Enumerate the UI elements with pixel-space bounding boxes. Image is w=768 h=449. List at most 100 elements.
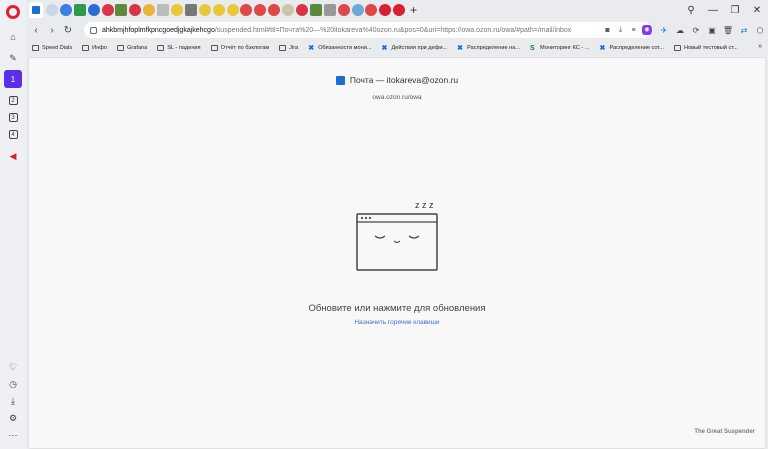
reload-button[interactable]: ↻ (60, 25, 76, 36)
bookmark-label: Обязанности мони... (318, 45, 372, 51)
tab[interactable] (212, 4, 225, 16)
workspace-3-button[interactable]: 3 (8, 113, 18, 122)
tab[interactable] (268, 4, 281, 16)
history-icon[interactable]: ◷ (4, 376, 22, 392)
workspace-4-button[interactable]: 4 (8, 130, 18, 139)
bookmark-item[interactable]: Отчёт по бэклогам (210, 45, 269, 51)
camera-icon[interactable]: ◙ (601, 27, 614, 34)
menu-icon[interactable]: ≡ (627, 27, 640, 34)
tab[interactable] (157, 4, 170, 16)
tab[interactable] (115, 4, 128, 16)
extension-icon[interactable]: ☁ (672, 26, 688, 35)
search-tabs-icon[interactable]: ⚲ (680, 5, 702, 16)
download-icon[interactable]: ⤓ (614, 26, 627, 34)
forward-button[interactable]: › (44, 25, 60, 36)
page-icon (673, 45, 681, 51)
more-icon[interactable]: ⋯ (4, 427, 22, 443)
tab[interactable] (351, 4, 364, 16)
outlook-favicon (32, 6, 40, 14)
reload-message[interactable]: Обновите или нажмите для обновления (29, 303, 765, 314)
tab[interactable] (393, 4, 406, 16)
extension-icon[interactable]: ✈ (656, 26, 672, 35)
tab[interactable] (379, 4, 392, 16)
bookmark-item[interactable]: SL - падения (157, 45, 201, 51)
tab[interactable] (101, 4, 114, 16)
bookmark-item[interactable]: Speed Dials (32, 45, 72, 51)
download-icon[interactable]: ⤓ (4, 393, 22, 409)
tab[interactable] (337, 4, 350, 16)
x-icon: ✖ (457, 44, 464, 52)
tab[interactable] (226, 4, 239, 16)
tab[interactable] (296, 4, 309, 16)
bookmark-label: Распределение сот... (609, 45, 664, 51)
maximize-button[interactable]: ❐ (724, 5, 746, 16)
bookmark-item[interactable]: ✖ Распределение сот... (599, 45, 663, 52)
pinboard-icon[interactable]: ✎ (4, 49, 22, 67)
tab[interactable] (365, 4, 378, 16)
folder-icon (32, 45, 39, 51)
page-url: owa.ozon.ru/owa (372, 94, 422, 101)
bookmark-item[interactable]: ✖ Обязанности мони... (308, 45, 371, 52)
zzz-text: z z z (415, 200, 434, 210)
player-icon[interactable]: ◀ (4, 147, 22, 165)
folder-icon (82, 45, 90, 51)
x-icon: ✖ (308, 44, 315, 52)
tab[interactable] (323, 4, 336, 16)
bookmark-label: Новый тестовый ст... (683, 45, 738, 51)
folder-icon (157, 45, 165, 51)
tab[interactable] (171, 4, 184, 16)
address-bar[interactable]: ahkbmjhfoplmfkpncgoedjgkajkehcgo/suspend… (84, 22, 652, 38)
tab-strip: + (26, 0, 768, 20)
outlook-favicon (335, 75, 345, 85)
tab[interactable] (198, 4, 211, 16)
back-button[interactable]: ‹ (28, 25, 44, 36)
bookmark-item[interactable]: Новый тестовый ст... (673, 45, 738, 51)
translate-icon[interactable]: ⇄ (736, 26, 752, 35)
page-title-row: Почта — itokareva@ozon.ru (29, 75, 765, 85)
minimize-button[interactable]: — (702, 5, 724, 16)
tab[interactable] (240, 4, 253, 16)
opera-logo-icon[interactable] (6, 5, 20, 19)
settings-icon[interactable]: ⚙ (4, 410, 22, 426)
account-icon[interactable]: ◉ (642, 25, 652, 35)
tab[interactable] (129, 4, 142, 16)
site-info-icon[interactable] (90, 26, 97, 34)
suspended-page[interactable]: Почта — itokareva@ozon.ru owa.ozon.ru/ow… (28, 57, 766, 449)
tab[interactable] (143, 4, 156, 16)
new-tab-button[interactable]: + (410, 3, 417, 17)
bookmark-item[interactable]: Инфо (82, 45, 107, 51)
extension-icons: ✈ ☁ ⟳ ▣ 🗑 ⇄ ⬡ ◈ (656, 24, 768, 36)
bookmark-item[interactable]: ✖ Действия при дефи... (381, 45, 447, 52)
bookmark-item[interactable]: Jira (279, 45, 298, 51)
sidebar-bottom: ♡ ◷ ⤓ ⚙ ⋯ (0, 358, 26, 443)
url-host: ahkbmjhfoplmfkpncgoedjgkajkehcgo (102, 26, 215, 34)
heart-icon[interactable]: ♡ (4, 359, 22, 375)
bookmark-item[interactable]: Grafana (117, 45, 147, 51)
address-row: ‹ › ↻ ahkbmjhfoplmfkpncgoedjgkajkehcgo/s… (26, 20, 768, 40)
tab[interactable] (46, 4, 58, 16)
bookmark-label: Инфо (92, 45, 107, 51)
tab[interactable] (254, 4, 267, 16)
tab[interactable] (87, 4, 100, 16)
bookmark-item[interactable]: ✖ Распределение на... (457, 45, 520, 52)
home-icon[interactable]: ⌂ (4, 28, 22, 46)
workspace-1-button[interactable]: 1 (4, 70, 22, 88)
extension-icon[interactable]: ▣ (704, 26, 720, 35)
extension-icon[interactable]: ⟳ (688, 26, 704, 35)
tab-active[interactable] (29, 2, 43, 18)
tab[interactable] (59, 4, 72, 16)
hotkeys-link[interactable]: Назначить горячие клавиши (29, 319, 765, 326)
tab[interactable] (282, 4, 295, 16)
extensions-icon[interactable]: ⬡ (752, 26, 768, 35)
tab[interactable] (73, 4, 86, 16)
bookmarks-more-button[interactable]: » (758, 43, 762, 50)
bookmark-label: Speed Dials (42, 45, 73, 51)
workspace-2-button[interactable]: 2 (8, 96, 18, 105)
tab[interactable] (184, 4, 197, 16)
close-button[interactable]: ✕ (746, 5, 768, 16)
address-icons: ◙ ⤓ ≡ ◉ (601, 22, 652, 38)
bookmark-item[interactable]: S Мониторинг КС - ... (530, 45, 589, 52)
trash-icon[interactable]: 🗑 (720, 26, 736, 35)
x-icon: ✖ (599, 44, 606, 52)
tab[interactable] (309, 4, 322, 16)
